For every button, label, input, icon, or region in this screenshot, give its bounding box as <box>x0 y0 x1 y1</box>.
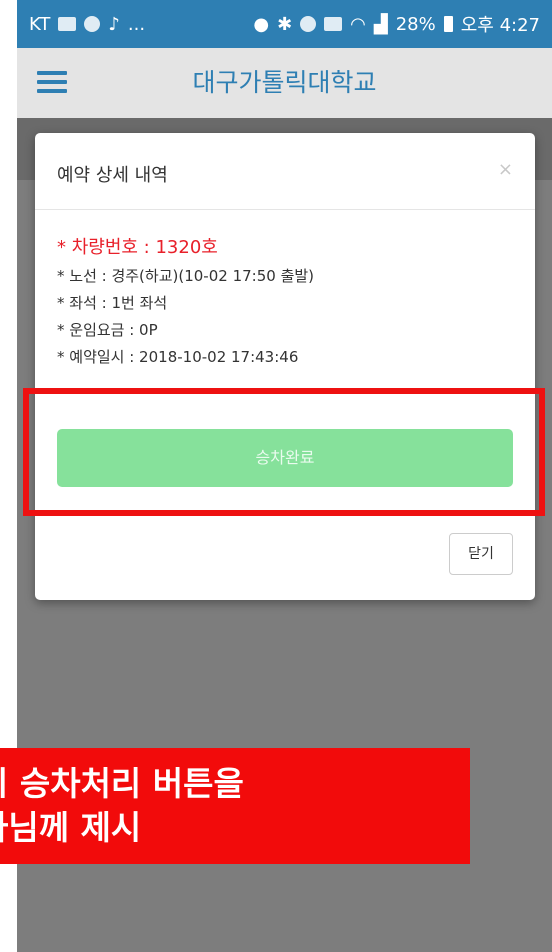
close-icon[interactable]: × <box>498 159 513 180</box>
app-bar: 대구가톨릭대학교 <box>17 48 552 118</box>
wifi-icon: ◠ <box>350 13 366 35</box>
alarm-icon <box>300 16 317 32</box>
reservation-detail-modal: 예약 상세 내역 × * 차량번호 : 1320호 * 노선 : 경주(하교)(… <box>35 133 535 600</box>
modal-title: 예약 상세 내역 <box>57 165 168 186</box>
reservation-details: * 차량번호 : 1320호 * 노선 : 경주(하교)(10-02 17:50… <box>57 233 513 371</box>
battery-icon <box>443 16 453 32</box>
battery-percent: 28% <box>395 13 436 35</box>
annotation-line-1: 시 승차처리 버튼을 <box>0 764 244 803</box>
fare-detail: * 운임요금 : 0P <box>57 321 158 339</box>
close-button[interactable]: 닫기 <box>449 533 513 575</box>
bluetooth-icon: ✱ <box>277 13 293 35</box>
seat-detail: * 좌석 : 1번 좌석 <box>57 294 168 312</box>
hd-icon <box>324 17 343 31</box>
status-bar: KT ♪ ... ● ✱ ◠ ▟ 28% 오후 4:27 <box>17 0 552 48</box>
modal-header: 예약 상세 내역 × <box>35 133 535 210</box>
annotation-line-2: 사님께 제시 <box>0 808 142 847</box>
vehicle-number: * 차량번호 : 1320호 <box>57 237 218 258</box>
status-left: KT ♪ ... <box>29 14 145 35</box>
status-right: ● ✱ ◠ ▟ 28% 오후 4:27 <box>253 11 540 37</box>
reservation-time-detail: * 예약일시 : 2018-10-02 17:43:46 <box>57 348 299 366</box>
clock: 오후 4:27 <box>460 15 540 36</box>
more-notifications: ... <box>127 13 146 35</box>
carrier-label: KT <box>29 13 51 35</box>
route-detail: * 노선 : 경주(하교)(10-02 17:50 출발) <box>57 267 315 285</box>
annotation-banner: 시 승차처리 버튼을 사님께 제시 <box>0 748 470 864</box>
app-title: 대구가톨릭대학교 <box>192 68 377 97</box>
chat-icon <box>84 16 101 32</box>
modal-footer: 닫기 <box>35 510 535 601</box>
highlight-box <box>23 388 545 516</box>
location-icon: ● <box>253 13 270 35</box>
signal-icon: ▟ <box>373 13 388 35</box>
music-note-icon: ♪ <box>108 13 120 35</box>
gallery-icon <box>58 17 77 31</box>
